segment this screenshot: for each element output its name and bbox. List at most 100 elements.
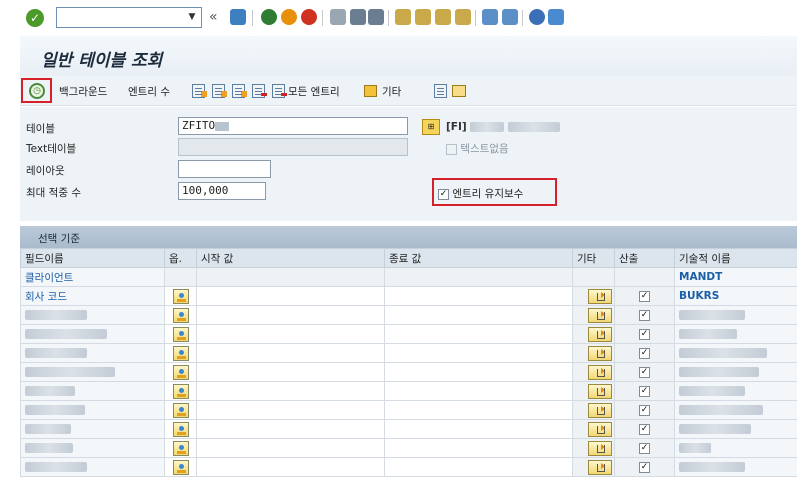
selection-option-icon[interactable] [172,459,189,475]
selection-option-icon[interactable] [172,421,189,437]
from-value-input[interactable] [196,324,385,344]
to-value-input[interactable] [384,419,573,439]
selection-option-icon[interactable] [172,440,189,456]
table-doc-icon[interactable] [212,84,227,98]
from-value-input[interactable] [196,400,385,420]
multiple-selection-icon[interactable] [588,383,612,399]
from-value-input[interactable] [196,381,385,401]
layout-input[interactable] [178,160,271,178]
table-input[interactable]: ZFITO [178,117,408,135]
output-checkbox[interactable]: ✓ [639,442,650,454]
multiple-selection-icon[interactable] [588,421,612,437]
prev-page-icon[interactable] [415,9,431,25]
multiple-selection-icon[interactable] [588,307,612,323]
to-value-input[interactable] [384,457,573,477]
to-value-input[interactable] [384,400,573,420]
table-doc-red-icon[interactable] [252,84,267,98]
new-session-icon[interactable] [482,9,498,25]
output-checkbox[interactable]: ✓ [639,328,650,340]
blurred-text [679,424,751,434]
maintain-entries-checkbox[interactable]: ✓ [438,188,449,200]
max-hits-input[interactable]: 100,000 [178,182,266,200]
multiple-selection-icon[interactable] [588,459,612,475]
cancel-icon[interactable] [301,9,317,25]
help-icon[interactable] [529,9,545,25]
background-button[interactable]: 백그라운드 [59,84,107,99]
to-value-input[interactable] [384,305,573,325]
all-entries-button[interactable]: 모든 엔트리 [288,84,340,99]
to-value-input[interactable] [384,362,573,382]
output-checkbox[interactable]: ✓ [639,404,650,416]
selection-option-icon[interactable] [172,364,189,380]
multiple-selection-icon[interactable] [588,402,612,418]
table-doc-icon[interactable] [232,84,247,98]
multiple-selection-icon[interactable] [588,364,612,380]
find-icon[interactable] [350,9,366,25]
other-button[interactable]: 기타 [382,84,401,99]
output-checkbox[interactable]: ✓ [639,423,650,435]
execute-icon: ◷ [29,83,45,99]
more-cell [572,286,615,306]
to-value-input[interactable] [384,381,573,401]
entry-count-button[interactable]: 엔트리 수 [128,84,170,99]
selection-option-icon[interactable] [172,345,189,361]
back-nav-icon[interactable]: « [209,8,218,26]
selection-option-icon[interactable] [172,307,189,323]
table-display-icon[interactable]: ⊞ [422,119,440,135]
to-value-input[interactable] [384,286,573,306]
to-value-input[interactable] [384,343,573,363]
from-value-input[interactable] [196,362,385,382]
toolbar-separator [388,10,389,26]
from-value-input[interactable] [196,438,385,458]
export-icon[interactable] [452,85,466,97]
selection-option-icon[interactable] [172,326,189,342]
output-checkbox[interactable]: ✓ [639,385,650,397]
tech-name [674,362,797,382]
text-table-input [178,138,408,156]
doc-view-icon[interactable] [434,84,447,98]
table-doc-red-icon[interactable] [272,84,287,98]
selection-option-icon[interactable] [172,383,189,399]
dropdown-icon[interactable]: ▼ [184,8,200,27]
output-checkbox[interactable]: ✓ [639,290,650,302]
to-value-input[interactable] [384,324,573,344]
multiple-selection-icon[interactable] [588,440,612,456]
from-value-input[interactable] [196,419,385,439]
output-checkbox[interactable]: ✓ [639,347,650,359]
table-doc-icon[interactable] [192,84,207,98]
next-page-icon[interactable] [435,9,451,25]
from-value-input[interactable] [196,305,385,325]
output-checkbox[interactable]: ✓ [639,461,650,473]
selection-option-icon[interactable] [172,288,189,304]
selection-header-label: 선택 기준 [38,233,80,245]
from-value-input[interactable] [196,457,385,477]
output-cell: ✓ [614,362,675,382]
from-value-input[interactable] [196,286,385,306]
multiple-selection-icon[interactable] [588,288,612,304]
output-checkbox[interactable]: ✓ [639,366,650,378]
first-page-icon[interactable] [395,9,411,25]
blurred-text [679,329,737,339]
from-value-input[interactable] [196,343,385,363]
field-name: 회사 코드 [20,286,165,306]
output-checkbox[interactable]: ✓ [639,309,650,321]
confirm-icon[interactable]: ✓ [26,9,44,27]
command-field[interactable] [56,7,202,28]
shortcut-icon[interactable] [502,9,518,25]
save-icon[interactable] [230,9,246,25]
selection-option-icon[interactable] [172,402,189,418]
multiple-selection-icon[interactable] [588,326,612,342]
print-icon[interactable] [330,9,346,25]
layout-label: 레이아웃 [26,165,65,177]
arrow-orange-icon[interactable] [364,85,377,97]
last-page-icon[interactable] [455,9,471,25]
execute-button[interactable]: ◷ [21,78,52,103]
layout-icon[interactable] [548,9,564,25]
to-value-input[interactable] [384,438,573,458]
multiple-selection-icon[interactable] [588,345,612,361]
back-green-icon[interactable] [261,9,277,25]
exit-icon[interactable] [281,9,297,25]
table-row: ✓ [20,400,797,420]
maintain-entries-option[interactable]: ✓ 엔트리 유지보수 [438,186,523,201]
find-next-icon[interactable] [368,9,384,25]
